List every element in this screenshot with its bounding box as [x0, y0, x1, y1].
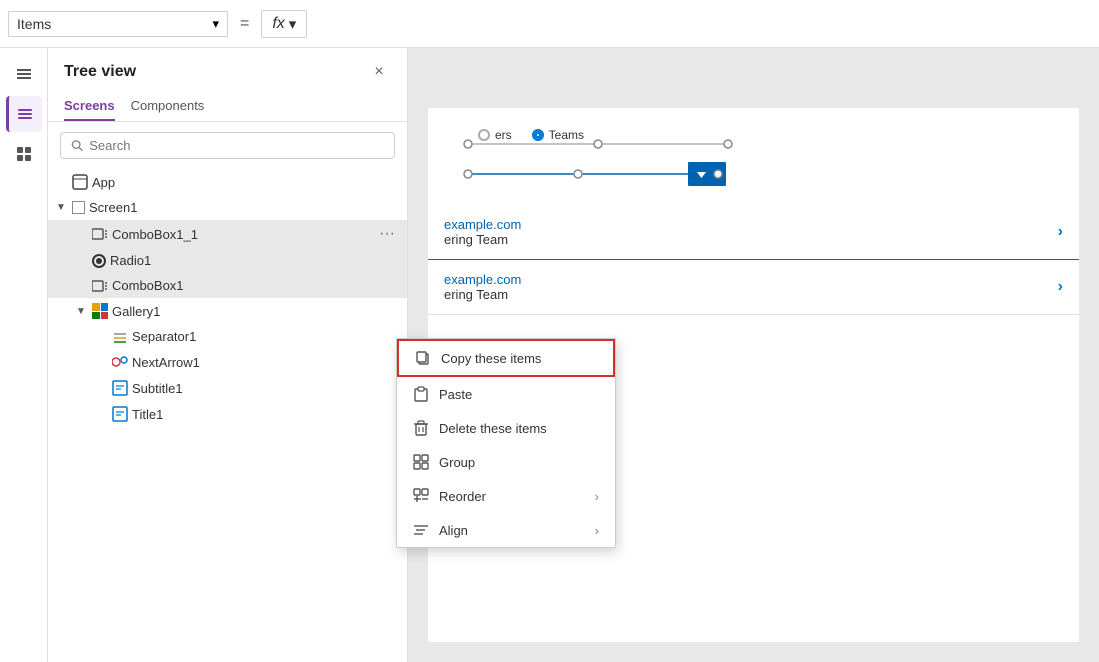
main-layout: Tree view × Screens Components ▶: [0, 48, 1099, 662]
canvas-list-item-2[interactable]: example.com ering Team ›: [428, 260, 1079, 315]
tree-item-app[interactable]: ▶ App: [48, 169, 407, 195]
context-menu-delete-label: Delete these items: [439, 421, 547, 436]
edit-icon: [112, 380, 128, 396]
tree-item-label: App: [92, 175, 399, 190]
radio-label-2: Teams: [549, 128, 584, 142]
combobox-icon: [92, 280, 108, 292]
top-bar: Items ▾ = fx ▾: [0, 0, 1099, 48]
chevron-down-icon: ▾: [212, 16, 219, 32]
group-icon: [413, 454, 429, 470]
canvas-list-item-1[interactable]: example.com ering Team ›: [428, 205, 1079, 260]
equals-sign: =: [236, 15, 253, 33]
hamburger-icon: [17, 69, 31, 79]
reorder-icon: [413, 488, 429, 504]
radio-label-1: ers: [495, 128, 512, 142]
context-menu-copy-label: Copy these items: [441, 351, 541, 366]
tree-item-label: Title1: [132, 407, 399, 422]
tree-title: Tree view: [64, 63, 136, 81]
list-chevron-icon: ›: [1058, 223, 1063, 241]
context-menu-paste[interactable]: Paste: [397, 377, 615, 411]
list-item-2-email: example.com: [444, 272, 521, 287]
fx-button[interactable]: fx ▾: [261, 10, 307, 38]
submenu-arrow-icon: ›: [595, 489, 599, 504]
gallery-icon: [92, 303, 108, 319]
align-icon: [413, 522, 429, 538]
radio-circle-2: [532, 129, 544, 141]
tree-item-label: Separator1: [132, 329, 399, 344]
copy-icon: [415, 350, 431, 366]
context-menu-paste-label: Paste: [439, 387, 472, 402]
tree-item-label: Screen1: [89, 200, 399, 215]
tree-item-combobox1-1[interactable]: ▶ ComboBox1_1 ···: [48, 220, 407, 248]
sidebar-item-layers[interactable]: [6, 96, 42, 132]
chevron-down-icon: ▼: [76, 306, 88, 317]
list-item-1-team: ering Team: [444, 232, 521, 247]
context-menu-copy[interactable]: Copy these items: [397, 339, 615, 377]
radio-circle-1: [478, 129, 490, 141]
tree-item-label: Radio1: [110, 253, 399, 268]
list-item-2-team: ering Team: [444, 287, 521, 302]
fx-chevron-icon: ▾: [289, 15, 297, 33]
delete-icon: [413, 420, 429, 436]
tree-item-subtitle1[interactable]: ▶ Subtitle1: [48, 375, 407, 401]
context-menu-delete[interactable]: Delete these items: [397, 411, 615, 445]
context-menu-group-label: Group: [439, 455, 475, 470]
grid-icon: [15, 145, 33, 163]
icon-sidebar: [0, 48, 48, 662]
tree-item-combobox1[interactable]: ▶ ComboBox1: [48, 273, 407, 298]
tree-item-label: Gallery1: [112, 304, 399, 319]
tree-panel: Tree view × Screens Components ▶: [48, 48, 408, 662]
chevron-down-icon: ▼: [56, 202, 68, 213]
tree-item-label: Subtitle1: [132, 381, 399, 396]
list-item-1-email: example.com: [444, 217, 521, 232]
search-input[interactable]: [89, 138, 384, 153]
search-icon: [71, 139, 83, 152]
separator-icon: [112, 330, 128, 344]
nextarrow-icon: [112, 354, 128, 370]
app-icon: [72, 174, 88, 190]
tree-content: ▶ App ▼ Screen1 ▶: [48, 169, 407, 662]
tree-item-label: ComboBox1: [112, 278, 399, 293]
radio-icon: [92, 254, 106, 268]
tree-tabs: Screens Components: [48, 92, 407, 122]
tree-item-gallery1[interactable]: ▼ Gallery1: [48, 298, 407, 324]
screen-icon: [72, 201, 85, 214]
tree-item-label: ComboBox1_1: [112, 227, 371, 242]
tree-search-box[interactable]: [60, 132, 395, 159]
context-menu-align-label: Align: [439, 523, 468, 538]
combobox-icon: [92, 228, 108, 240]
sidebar-item-menu[interactable]: [6, 56, 42, 92]
items-dropdown-label: Items: [17, 16, 51, 32]
context-menu: Copy these items Paste Delete: [396, 338, 616, 548]
more-options-icon[interactable]: ···: [375, 225, 399, 243]
context-menu-reorder-label: Reorder: [439, 489, 486, 504]
context-menu-reorder[interactable]: Reorder ›: [397, 479, 615, 513]
tree-header: Tree view ×: [48, 48, 407, 92]
context-menu-align[interactable]: Align ›: [397, 513, 615, 547]
radio-option-2[interactable]: Teams: [532, 128, 584, 142]
tree-item-screen1[interactable]: ▼ Screen1: [48, 195, 407, 220]
tree-item-radio1[interactable]: ▶ Radio1: [48, 248, 407, 273]
tab-screens[interactable]: Screens: [64, 92, 115, 121]
tree-item-nextarrow1[interactable]: ▶ NextArrow1: [48, 349, 407, 375]
tree-item-separator1[interactable]: ▶ Separator1: [48, 324, 407, 349]
items-dropdown[interactable]: Items ▾: [8, 11, 228, 37]
sidebar-item-grid[interactable]: [6, 136, 42, 172]
submenu-arrow-icon: ›: [595, 523, 599, 538]
close-button[interactable]: ×: [367, 60, 391, 84]
tab-components[interactable]: Components: [131, 92, 205, 121]
tree-item-title1[interactable]: ▶ Title1: [48, 401, 407, 427]
list-chevron-icon: ›: [1058, 278, 1063, 296]
paste-icon: [413, 386, 429, 402]
close-icon: ×: [374, 63, 383, 81]
tree-item-label: NextArrow1: [132, 355, 399, 370]
layers-icon: [16, 105, 34, 123]
fx-label: fx: [272, 15, 284, 33]
edit-icon: [112, 406, 128, 422]
context-menu-group[interactable]: Group: [397, 445, 615, 479]
radio-option-1[interactable]: ers: [478, 128, 512, 142]
